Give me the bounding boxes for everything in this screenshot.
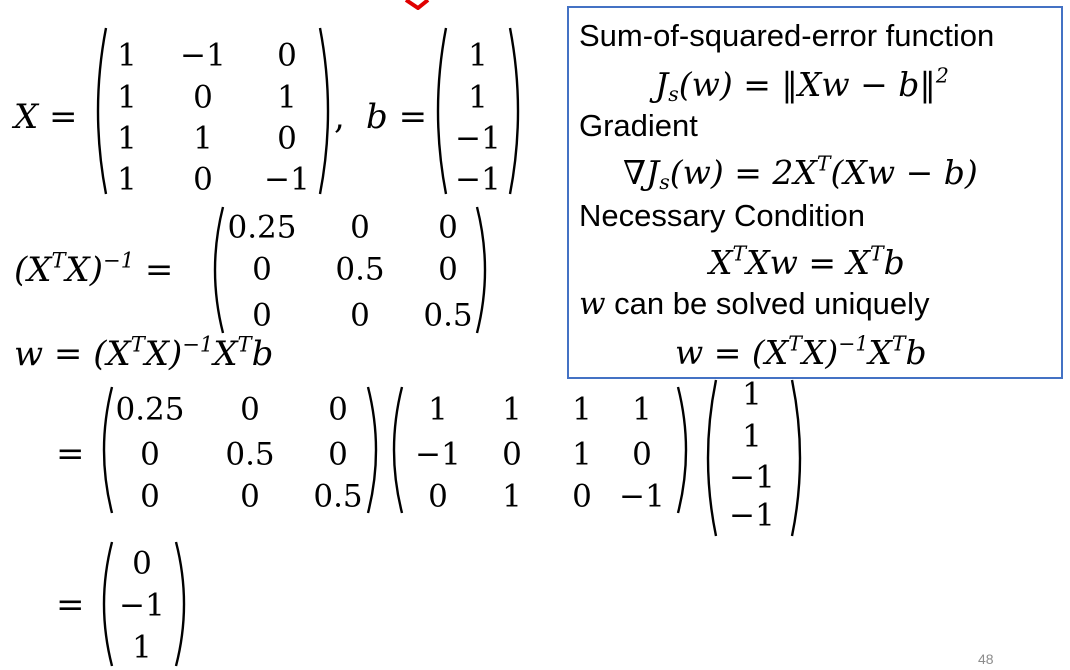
matrix-xtx-inverse: 0.25 0 0 0 0.5 0 0 0 0.5 bbox=[205, 205, 495, 335]
matrix-cell: −1 bbox=[455, 161, 501, 198]
matrix-cell: −1 bbox=[180, 37, 226, 74]
matrix-cell: 0.5 bbox=[225, 436, 275, 473]
matrix-cell: 1 bbox=[468, 79, 488, 116]
matrix-cell: −1 bbox=[619, 478, 665, 515]
right-paren bbox=[790, 379, 802, 537]
matrix-cell: 0 bbox=[438, 209, 458, 246]
equals-sign-step2: = bbox=[56, 585, 85, 625]
right-paren bbox=[174, 541, 186, 667]
matrix-cell: 0 bbox=[193, 161, 213, 198]
red-arrow-fragment bbox=[404, 0, 430, 10]
gradient-formula: ∇Js(w) = 2XT(Xw − b) bbox=[623, 151, 978, 195]
matrix-cell: 0 bbox=[572, 478, 592, 515]
matrix-cell: 1 bbox=[132, 629, 152, 666]
matrix-cell: 1 bbox=[117, 161, 137, 198]
right-paren bbox=[366, 386, 378, 514]
matrix-cell: 1 bbox=[428, 391, 448, 428]
matrix-cell: 0.25 bbox=[227, 209, 297, 246]
matrix-cell: −1 bbox=[729, 497, 775, 534]
right-paren bbox=[676, 386, 688, 514]
solved-variable: w bbox=[579, 286, 606, 322]
matrix-cell: 0 bbox=[140, 478, 160, 515]
matrix-cell: 0 bbox=[193, 79, 213, 116]
matrix-cell: 0.5 bbox=[335, 251, 385, 288]
matrix-cell: 0.5 bbox=[423, 297, 473, 334]
matrix-cell: 1 bbox=[742, 418, 762, 455]
matrix-cell: 1 bbox=[502, 478, 522, 515]
matrix-cell: 1 bbox=[117, 79, 137, 116]
b-definition-lhs: b = bbox=[366, 97, 428, 137]
matrix-cell: 1 bbox=[502, 391, 522, 428]
comma-separator: , bbox=[334, 97, 345, 137]
right-paren bbox=[475, 206, 487, 334]
matrix-x-transpose: 1 1 1 1 −1 0 1 0 0 1 0 −1 bbox=[384, 385, 696, 515]
matrix-cell: 0 bbox=[632, 436, 652, 473]
gradient-heading: Gradient bbox=[579, 108, 698, 143]
left-paren bbox=[706, 379, 718, 537]
matrix-cell: 0 bbox=[140, 436, 160, 473]
sse-formula: Js(w) = ‖Xw − b‖2 bbox=[655, 63, 949, 107]
matrix-cell: 0 bbox=[277, 37, 297, 74]
matrix-cell: 0 bbox=[350, 209, 370, 246]
matrix-cell: 0 bbox=[240, 478, 260, 515]
vector-b: 1 1 −1 −1 bbox=[428, 26, 528, 196]
matrix-cell: 0 bbox=[428, 478, 448, 515]
matrix-cell: 0 bbox=[502, 436, 522, 473]
w-equation: w = (XTX)−1XTb bbox=[14, 331, 274, 374]
solved-uniquely-text: can be solved uniquely bbox=[605, 286, 930, 321]
left-paren bbox=[102, 541, 114, 667]
vector-w-result: 0 −1 1 bbox=[94, 540, 194, 668]
matrix-cell: 0 bbox=[328, 436, 348, 473]
left-paren bbox=[96, 27, 108, 195]
left-paren bbox=[102, 386, 114, 514]
left-paren bbox=[213, 206, 225, 334]
matrix-cell: 1 bbox=[117, 37, 137, 74]
solution-formula: w = (XTX)−1XTb bbox=[675, 331, 927, 372]
equals-sign-step1: = bbox=[56, 434, 85, 474]
matrix-cell: 1 bbox=[277, 79, 297, 116]
matrix-cell: −1 bbox=[264, 161, 310, 198]
matrix-cell: −1 bbox=[119, 587, 165, 624]
matrix-cell: 0 bbox=[240, 391, 260, 428]
left-paren bbox=[436, 27, 448, 195]
matrix-x: 1 −1 0 1 0 1 1 1 0 1 0 −1 bbox=[88, 26, 338, 196]
sse-heading: Sum-of-squared-error function bbox=[579, 18, 995, 53]
matrix-cell: 1 bbox=[572, 436, 592, 473]
matrix-cell: 0 bbox=[350, 297, 370, 334]
vector-b-step: 1 1 −1 −1 bbox=[698, 378, 810, 538]
left-paren bbox=[392, 386, 404, 514]
matrix-cell: 0 bbox=[252, 297, 272, 334]
right-paren bbox=[508, 27, 520, 195]
matrix-cell: 0.5 bbox=[313, 478, 363, 515]
matrix-cell: −1 bbox=[455, 120, 501, 157]
solved-uniquely-heading: w can be solved uniquely bbox=[579, 288, 930, 320]
x-definition-lhs: X = bbox=[14, 97, 78, 137]
matrix-cell: 1 bbox=[468, 37, 488, 74]
matrix-cell: 0 bbox=[132, 545, 152, 582]
matrix-cell: 0 bbox=[328, 391, 348, 428]
matrix-xtx-inverse-step: 0.25 0 0 0 0.5 0 0 0 0.5 bbox=[94, 385, 386, 515]
matrix-cell: 0 bbox=[252, 251, 272, 288]
matrix-cell: 0 bbox=[277, 120, 297, 157]
matrix-cell: −1 bbox=[415, 436, 461, 473]
matrix-cell: 1 bbox=[193, 120, 213, 157]
matrix-cell: 1 bbox=[572, 391, 592, 428]
matrix-cell: 1 bbox=[117, 120, 137, 157]
matrix-cell: 1 bbox=[632, 391, 652, 428]
matrix-cell: −1 bbox=[729, 459, 775, 496]
inverse-lhs: (XTX)−1 = bbox=[14, 247, 174, 290]
matrix-cell: 1 bbox=[742, 376, 762, 413]
necessary-condition-heading: Necessary Condition bbox=[579, 198, 866, 233]
matrix-cell: 0.25 bbox=[115, 391, 185, 428]
slide-number: 48 bbox=[978, 651, 994, 667]
necessary-condition-formula: XTXw = XTb bbox=[709, 241, 905, 282]
matrix-cell: 0 bbox=[438, 251, 458, 288]
summary-box: Sum-of-squared-error function Js(w) = ‖X… bbox=[567, 6, 1063, 379]
right-paren bbox=[318, 27, 330, 195]
